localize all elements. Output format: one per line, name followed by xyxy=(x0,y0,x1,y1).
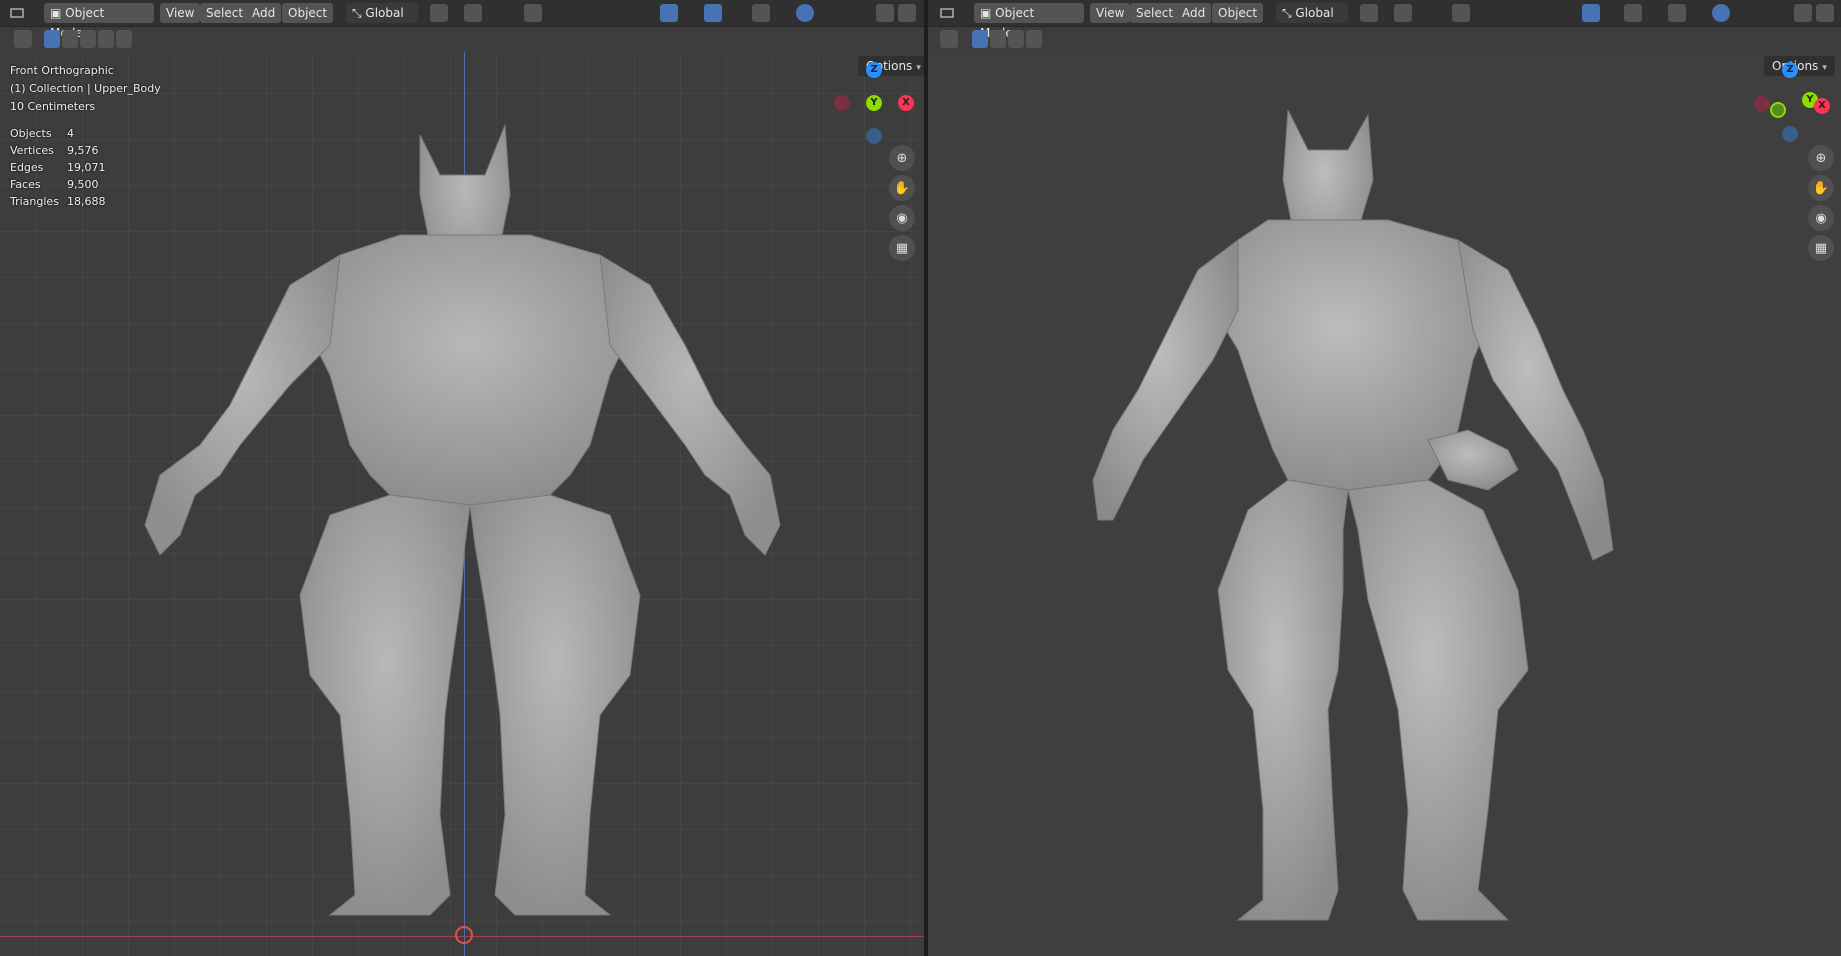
gizmo-x-axis[interactable]: X xyxy=(1814,98,1830,114)
viewport-toggle-icon[interactable] xyxy=(1794,4,1812,22)
editor-type-icon[interactable] xyxy=(938,4,956,22)
navigation-gizmo[interactable]: Z Y X xyxy=(826,62,914,144)
gizmo-neg-y[interactable] xyxy=(1770,102,1786,118)
xray-icon[interactable] xyxy=(752,4,770,22)
wireframe-icon[interactable] xyxy=(1692,4,1710,22)
select-subtract-icon[interactable] xyxy=(1008,30,1024,48)
viewport-info: Front Orthographic (1) Collection | Uppe… xyxy=(10,62,161,116)
select-box-icon[interactable] xyxy=(972,30,988,48)
gizmo-neg-z[interactable] xyxy=(866,128,882,144)
grid-scale: 10 Centimeters xyxy=(10,100,96,113)
editor-type-icon[interactable] xyxy=(8,4,26,22)
proportional-icon[interactable] xyxy=(524,4,542,22)
zoom-icon[interactable]: ⊕ xyxy=(889,145,915,171)
grid-view-icon[interactable]: ▦ xyxy=(889,235,915,261)
transform-orientation-dropdown[interactable]: ⤡ Global xyxy=(346,3,418,23)
viewport-toggle-icon[interactable] xyxy=(876,4,894,22)
camera-icon[interactable]: ◉ xyxy=(889,205,915,231)
stat-row: Vertices 9,576 xyxy=(10,144,99,157)
falloff-icon[interactable] xyxy=(544,4,562,22)
menu-add[interactable]: Add xyxy=(1176,3,1212,23)
zoom-icon[interactable]: ⊕ xyxy=(1808,145,1834,171)
pivot-icon[interactable] xyxy=(1360,4,1378,22)
transform-orientation-dropdown[interactable]: ⤡ Global xyxy=(1276,3,1348,23)
snap-icon[interactable] xyxy=(464,4,482,22)
select-invert-icon[interactable] xyxy=(98,30,114,48)
view-name: Front Orthographic xyxy=(10,64,114,77)
wireframe-icon[interactable] xyxy=(776,4,794,22)
select-box-icon[interactable] xyxy=(44,30,60,48)
menu-view[interactable]: View xyxy=(160,3,201,23)
menu-add[interactable]: Add xyxy=(246,3,282,23)
snap-target-icon[interactable] xyxy=(488,4,506,22)
werewolf-model-front[interactable] xyxy=(140,115,790,945)
select-extend-icon[interactable] xyxy=(990,30,1006,48)
left-viewport[interactable]: ▣ Object Mode▾ View Select Add Object ⤡ … xyxy=(0,0,924,956)
select-extend-icon[interactable] xyxy=(62,30,78,48)
stat-row: Objects 4 xyxy=(10,127,74,140)
overlay-icon[interactable] xyxy=(1624,4,1642,22)
material-icon[interactable] xyxy=(1732,4,1750,22)
solid-icon[interactable] xyxy=(796,4,814,22)
gizmo-neg-x[interactable] xyxy=(834,95,850,111)
gizmo-y-axis[interactable]: Y xyxy=(866,95,882,111)
viewport-toggle2-icon[interactable] xyxy=(1816,4,1834,22)
gizmo-icon[interactable] xyxy=(1582,4,1600,22)
mode-dropdown[interactable]: ▣ Object Mode▾ xyxy=(44,3,154,40)
snap-icon[interactable] xyxy=(1394,4,1412,22)
transform-icon: ⤡ xyxy=(352,6,366,20)
visibility-icon[interactable] xyxy=(624,4,642,22)
select-subtract-icon[interactable] xyxy=(80,30,96,48)
object-mode-icon: ▣ xyxy=(50,6,66,20)
object-mode-icon: ▣ xyxy=(980,6,996,20)
rendered-icon[interactable] xyxy=(1750,4,1768,22)
menu-object[interactable]: Object xyxy=(1212,3,1264,23)
proportional-icon[interactable] xyxy=(1452,4,1470,22)
stat-row: Edges 19,071 xyxy=(10,161,106,174)
select-invert-icon[interactable] xyxy=(1026,30,1042,48)
viewport-header: ▣ Object Mode▾ View Select Add Object ⤡ … xyxy=(0,0,924,40)
hand-pan-icon[interactable]: ✋ xyxy=(1808,175,1834,201)
menu-select[interactable]: Select xyxy=(1130,3,1180,23)
xray-icon[interactable] xyxy=(1668,4,1686,22)
navigation-gizmo[interactable]: Z Y X xyxy=(1750,62,1830,142)
gizmo-icon[interactable] xyxy=(660,4,678,22)
transform-icon: ⤡ xyxy=(1282,6,1296,20)
hand-pan-icon[interactable]: ✋ xyxy=(889,175,915,201)
stat-row: Triangles 18,688 xyxy=(10,195,106,208)
select-tool-icon[interactable] xyxy=(14,30,32,48)
chevron-down-icon: ▾ xyxy=(916,63,921,73)
3d-cursor-icon[interactable] xyxy=(455,926,473,944)
viewport-header: ▣ Object Mode▾ View Select Add Object ⤡ … xyxy=(928,0,1841,40)
gizmo-neg-z[interactable] xyxy=(1782,126,1798,142)
scene-statistics: Objects 4 Vertices 9,576 Edges 19,071 Faces… xyxy=(10,125,106,210)
solid-icon[interactable] xyxy=(1712,4,1730,22)
menu-select[interactable]: Select xyxy=(200,3,250,23)
right-viewport[interactable]: ▣ Object Mode▾ View Select Add Object ⤡ … xyxy=(928,0,1841,956)
viewport-toggle2-icon[interactable] xyxy=(898,4,916,22)
camera-icon[interactable]: ◉ xyxy=(1808,205,1834,231)
select-tool-icon[interactable] xyxy=(940,30,958,48)
stat-row: Faces 9,500 xyxy=(10,178,99,191)
gizmo-x-axis[interactable]: X xyxy=(898,95,914,111)
menu-object[interactable]: Object xyxy=(282,3,334,23)
pivot-icon[interactable] xyxy=(430,4,448,22)
mode-dropdown[interactable]: ▣ Object Mode▾ xyxy=(974,3,1084,40)
grid-view-icon[interactable]: ▦ xyxy=(1808,235,1834,261)
material-icon[interactable] xyxy=(816,4,834,22)
rendered-icon[interactable] xyxy=(834,4,852,22)
tool-header: Options▾ xyxy=(0,26,924,76)
tool-header: Options▾ xyxy=(928,26,1841,76)
overlay-icon[interactable] xyxy=(704,4,722,22)
gizmo-neg-x[interactable] xyxy=(1754,96,1770,112)
gizmo-z-axis[interactable]: Z xyxy=(866,62,882,78)
visibility-icon[interactable] xyxy=(1548,4,1566,22)
menu-view[interactable]: View xyxy=(1090,3,1131,23)
collection-name: (1) Collection | Upper_Body xyxy=(10,82,161,95)
gizmo-z-axis[interactable]: Z xyxy=(1782,62,1798,78)
select-intersect-icon[interactable] xyxy=(116,30,132,48)
werewolf-model-perspective[interactable] xyxy=(1088,110,1648,950)
